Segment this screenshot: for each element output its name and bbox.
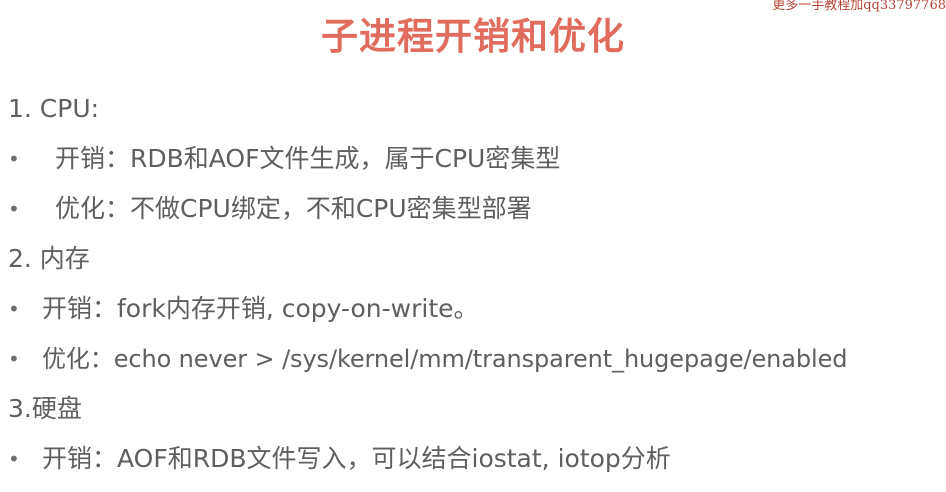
list-item-text: 开销：fork内存开销, copy-on-write。 bbox=[42, 294, 479, 323]
list-item-text: 优化：echo never > /sys/kernel/mm/transpare… bbox=[42, 345, 848, 373]
slide-title: 子进程开销和优化 bbox=[321, 15, 625, 58]
bullet-icon: • bbox=[8, 297, 20, 321]
list-item-text: 优化：不做CPU绑定，不和CPU密集型部署 bbox=[55, 194, 532, 223]
list-item-text: 开销：RDB和AOF文件生成，属于CPU密集型 bbox=[55, 144, 561, 173]
bullet-icon: • bbox=[8, 147, 20, 171]
list-item-text: 开销：AOF和RDB文件写入，可以结合iostat, iotop分析 bbox=[42, 444, 671, 473]
section-heading-text: 3.硬盘 bbox=[8, 394, 82, 423]
bullet-icon: • bbox=[8, 447, 20, 471]
bullet-icon: • bbox=[8, 197, 20, 221]
section-heading-text: 2. 内存 bbox=[8, 244, 90, 273]
bullet-icon: • bbox=[8, 347, 20, 371]
section-heading-text: 1. CPU: bbox=[8, 94, 100, 123]
